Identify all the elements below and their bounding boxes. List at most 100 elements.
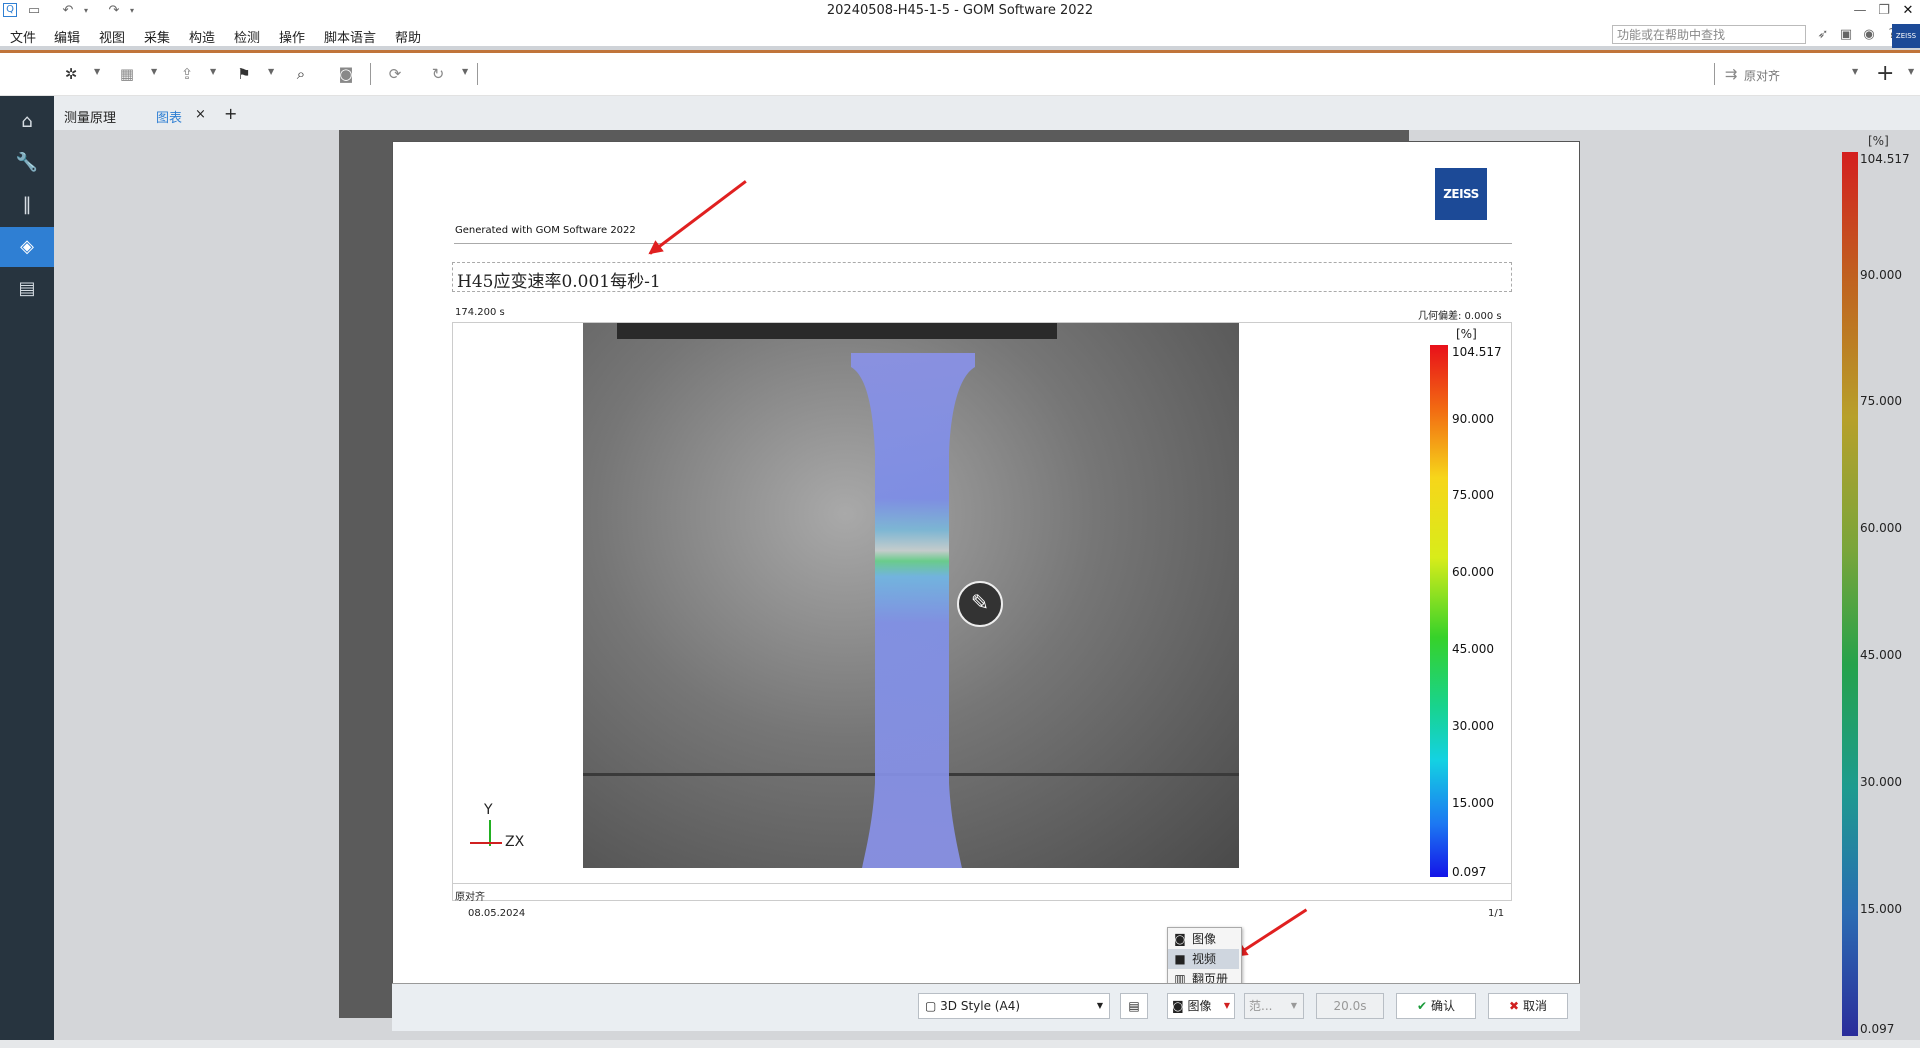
upper-clamp [617,323,1057,339]
menu-acquire[interactable]: 采集 [144,27,170,46]
toolbar-separator [370,63,371,85]
refresh-icon[interactable]: ⟳ [386,65,404,83]
ok-button[interactable]: ✔ 确认 [1396,993,1476,1019]
ok-label: 确认 [1430,999,1455,1013]
edit-pencil-button[interactable]: ✎ [957,581,1003,627]
menu-edit[interactable]: 编辑 [54,27,80,46]
right-colorbar-label: 15.000 [1860,902,1902,916]
axis-y-label: Y [484,802,493,818]
alignment-dropdown-icon[interactable]: ▼ [1852,67,1858,76]
style-icon: ▢ [925,999,941,1013]
menu-item-image[interactable]: ◙ 图像 [1168,929,1239,949]
right-colorbar-label: 60.000 [1860,521,1902,535]
window-title: 20240508-H45-1-5 - GOM Software 2022 [826,3,1094,18]
duration-field[interactable]: 20.0s [1316,993,1384,1019]
report-view-icon[interactable]: ◈ [0,227,54,267]
menu-inspect[interactable]: 检测 [234,27,260,46]
main-toolbar: ✲ ▼ ▦ ▼ ⇪ ▼ ⚑ ▼ ⌕ ◙ ⟳ ↻ ▼ ⇉ 原对齐 ▼ + ▼ [0,53,1920,96]
user-icon[interactable]: ◉ [1861,27,1877,43]
colorbar-label: 104.517 [1452,345,1502,359]
alignment-select[interactable]: 原对齐 [1744,67,1780,84]
tab-close-icon[interactable]: × [195,107,206,122]
stage-timestamp: 174.200 s [455,307,505,318]
upload-dropdown-icon[interactable]: ▼ [210,67,216,76]
recompute-icon[interactable]: ↻ [429,65,447,83]
colorbar-unit: [%] [1456,327,1477,341]
menu-construct[interactable]: 构造 [189,27,215,46]
geometry-deviation: 几何偏差: 0.000 s [1418,311,1502,322]
colorbar-label: 90.000 [1452,412,1494,426]
alignment-icon: ⇉ [1724,65,1738,83]
cancel-button[interactable]: ✖ 取消 [1488,993,1568,1019]
wrench-icon[interactable]: 🔧 [0,143,54,183]
notes-button[interactable]: ▤ [1120,993,1148,1019]
zeiss-logo: ZEISS [1435,168,1487,220]
components-icon[interactable]: ✲ [62,65,80,83]
left-sidebar: ⌂ 🔧 ‖ ◈ ▤ [0,96,54,1048]
right-colorbar-label: 90.000 [1860,268,1902,282]
menu-item-label: 图像 [1192,932,1217,946]
tab-add-button[interactable]: + [224,104,237,123]
chevron-down-icon: ▼ [1223,1001,1230,1010]
rocket-icon[interactable]: ➶ [1815,27,1831,43]
add-dropdown-icon[interactable]: ▼ [1908,67,1914,76]
package-icon[interactable]: ▣ [1838,27,1854,43]
capture-select[interactable]: ◙ 图像 ▼ [1167,993,1235,1019]
right-colorbar-label: 45.000 [1860,648,1902,662]
header-divider [454,243,1512,244]
video-icon: ■ [1174,952,1186,966]
chevron-down-icon: ▼ [1096,1001,1103,1010]
style-select-value: 3D Style (A4) [940,999,1021,1013]
menu-file[interactable]: 文件 [10,27,36,46]
tab-measurement-principle[interactable]: 测量原理 [64,107,116,126]
colorbar-label: 45.000 [1452,642,1494,656]
menu-view[interactable]: 视图 [99,27,125,46]
check-icon: ✔ [1417,999,1428,1013]
right-colorbar [1842,152,1858,1036]
zeiss-logo-small: ZEISS [1892,24,1920,48]
report-date: 08.05.2024 [468,908,526,919]
report-colorbar [1430,345,1448,877]
capture-select-value: 图像 [1187,999,1212,1013]
grid-icon[interactable]: ▦ [118,65,136,83]
right-colorbar-unit: [%] [1868,134,1889,148]
colorbar-label: 15.000 [1452,796,1494,810]
add-icon[interactable]: + [1876,63,1894,85]
camera-icon[interactable]: ◙ [337,65,355,83]
upload-icon[interactable]: ⇪ [178,65,196,83]
home-icon[interactable]: ⌂ [0,102,54,142]
document-icon[interactable]: ▤ [0,269,54,309]
specimen-image [583,323,1239,868]
title-bar: Q ▭ ↶ ▾ ↷ ▾ 20240508-H45-1-5 - GOM Softw… [0,0,1920,24]
report-title-field[interactable]: H45应变速率0.001每秒-1 [452,262,1512,292]
toolbar-separator [1714,63,1715,85]
range-select-value: 范... [1249,999,1273,1013]
style-select[interactable]: ▢ 3D Style (A4) ▼ [918,993,1110,1019]
page-number: 1/1 [1488,908,1505,919]
cancel-icon: ✖ [1509,999,1520,1013]
minimize-icon[interactable]: — [1852,3,1868,19]
close-icon[interactable]: ✕ [1900,3,1916,19]
help-search-input[interactable]: 功能或在帮助中查找 [1612,25,1806,44]
menu-operate[interactable]: 操作 [279,27,305,46]
tensile-specimen [851,353,975,868]
menu-help[interactable]: 帮助 [395,27,421,46]
menu-scripting[interactable]: 脚本语言 [324,27,376,46]
zoom-icon[interactable]: ⌕ [292,65,310,83]
components-dropdown-icon[interactable]: ▼ [94,67,100,76]
camera-icon: ◙ [1172,999,1188,1013]
inspection-icon[interactable]: ‖ [0,185,54,225]
right-colorbar-label: 104.517 [1860,152,1910,166]
grid-dropdown-icon[interactable]: ▼ [151,67,157,76]
colorbar-label: 60.000 [1452,565,1494,579]
tab-chart[interactable]: 图表 [156,107,182,126]
label-icon[interactable]: ⚑ [235,65,253,83]
range-select[interactable]: 范... ▼ [1244,993,1304,1019]
recompute-dropdown-icon[interactable]: ▼ [462,67,468,76]
generated-note: Generated with GOM Software 2022 [455,225,636,236]
alignment-label: 原对齐 [455,892,485,903]
restore-icon[interactable]: ❐ [1876,3,1892,19]
label-dropdown-icon[interactable]: ▼ [268,67,274,76]
menu-item-video[interactable]: ■ 视频 [1168,949,1239,969]
notes-icon: ▤ [1128,999,1140,1013]
